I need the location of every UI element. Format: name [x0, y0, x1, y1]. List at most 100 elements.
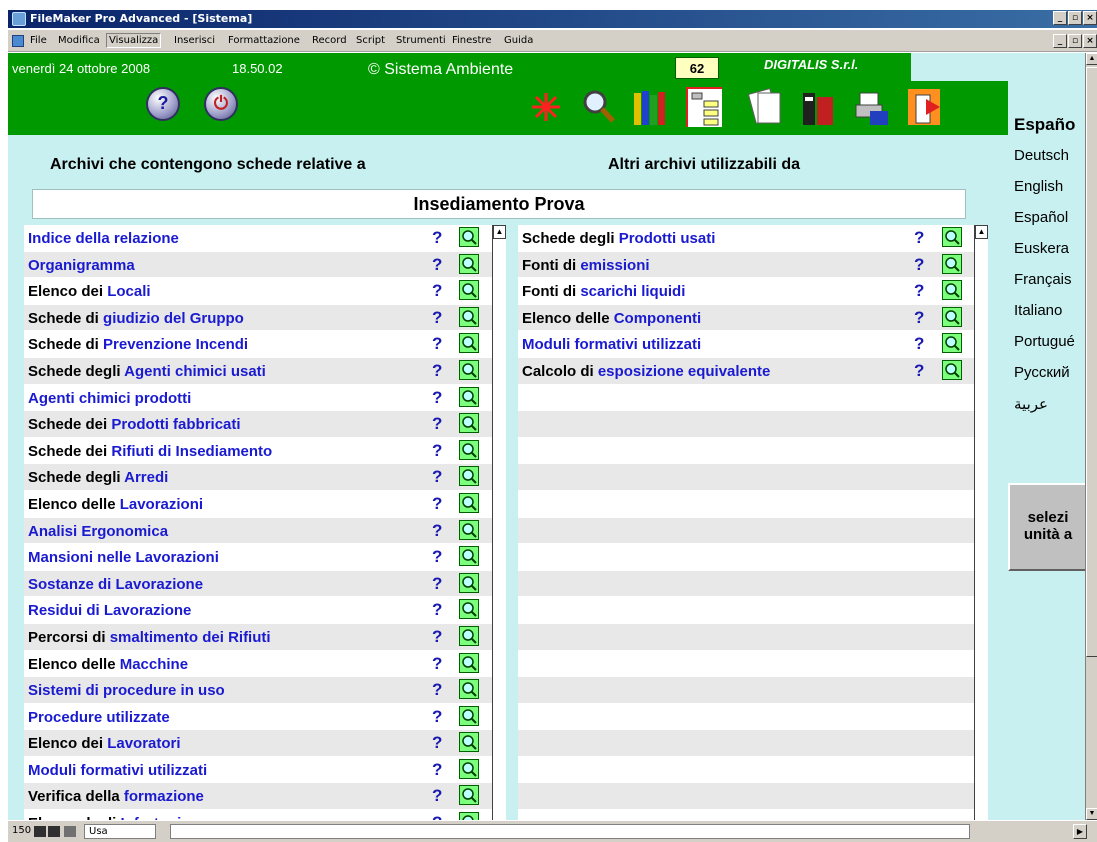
- doc-close-button[interactable]: ×: [1083, 34, 1097, 48]
- zoom-in-icon[interactable]: [48, 826, 60, 837]
- list-item-label[interactable]: Mansioni nelle Lavorazioni: [28, 549, 219, 566]
- menu-strumenti[interactable]: Strumenti: [396, 35, 446, 46]
- select-unit-button[interactable]: selezi unità a: [1008, 483, 1085, 571]
- help-question-icon[interactable]: ?: [432, 414, 442, 434]
- open-magnifier-icon[interactable]: [459, 466, 479, 487]
- maximize-button[interactable]: ▫: [1068, 11, 1082, 25]
- document-icon[interactable]: [12, 35, 24, 47]
- horizontal-scrollbar[interactable]: [170, 824, 970, 839]
- open-magnifier-icon[interactable]: [942, 253, 962, 274]
- help-icon[interactable]: ?: [146, 87, 180, 121]
- list-item[interactable]: [518, 623, 988, 651]
- list-item[interactable]: Schede dei Rifiuti di Insediamento?: [24, 438, 506, 465]
- open-magnifier-icon[interactable]: [942, 227, 962, 247]
- list-item[interactable]: Elenco delle Macchine?: [24, 651, 506, 678]
- list-item-label[interactable]: Schede di giudizio del Gruppo: [28, 310, 244, 327]
- list-item-link[interactable]: Sistemi di procedure in uso: [28, 682, 225, 699]
- open-magnifier-icon[interactable]: [459, 227, 479, 247]
- list-item[interactable]: Elenco delle Lavorazioni?: [24, 491, 506, 518]
- menu-script[interactable]: Script: [356, 35, 385, 46]
- list-item-link[interactable]: Lavorazioni: [120, 496, 203, 513]
- open-magnifier-icon[interactable]: [459, 413, 479, 434]
- list-item[interactable]: Percorsi di smaltimento dei Rifiuti?: [24, 623, 506, 651]
- open-magnifier-icon[interactable]: [459, 572, 479, 593]
- window-vertical-scrollbar[interactable]: ▲ ▼: [1085, 53, 1097, 820]
- help-question-icon[interactable]: ?: [432, 654, 442, 674]
- binders-icon[interactable]: [632, 87, 668, 127]
- menu-formattazione[interactable]: Formattazione: [228, 35, 300, 46]
- list-item-label[interactable]: Elenco delle Componenti: [522, 310, 701, 327]
- open-magnifier-icon[interactable]: [459, 253, 479, 274]
- help-question-icon[interactable]: ?: [914, 228, 924, 248]
- list-item[interactable]: Agenti chimici prodotti?: [24, 385, 506, 412]
- list-item[interactable]: Residui di Lavorazione?: [24, 597, 506, 624]
- help-question-icon[interactable]: ?: [432, 361, 442, 381]
- help-question-icon[interactable]: ?: [432, 574, 442, 594]
- list-item-link[interactable]: Agenti chimici prodotti: [28, 390, 191, 407]
- list-item-label[interactable]: Organigramma: [28, 257, 135, 274]
- help-question-icon[interactable]: ?: [432, 334, 442, 354]
- language-italiano[interactable]: Italiano: [1014, 302, 1062, 319]
- documents-icon[interactable]: [748, 87, 784, 127]
- list-item-label[interactable]: Moduli formativi utilizzati: [28, 762, 207, 779]
- list-item[interactable]: Schede di giudizio del Gruppo?: [24, 304, 506, 332]
- help-question-icon[interactable]: ?: [914, 281, 924, 301]
- list-item-link[interactable]: Mansioni nelle Lavorazioni: [28, 549, 219, 566]
- list-item-label[interactable]: Schede di Prevenzione Incendi: [28, 336, 248, 353]
- list-item-label[interactable]: Indice della relazione: [28, 230, 179, 247]
- language-russian[interactable]: Русский: [1014, 364, 1070, 381]
- help-question-icon[interactable]: ?: [432, 547, 442, 567]
- list-item-link[interactable]: Moduli formativi utilizzati: [522, 336, 701, 353]
- list-item[interactable]: Schede dei Prodotti fabbricati?: [24, 411, 506, 438]
- list-item[interactable]: Elenco dei Lavoratori?: [24, 730, 506, 757]
- open-magnifier-icon[interactable]: [459, 519, 479, 540]
- help-question-icon[interactable]: ?: [432, 281, 442, 301]
- language-portugues[interactable]: Portugué: [1014, 333, 1075, 350]
- help-question-icon[interactable]: ?: [432, 733, 442, 753]
- list-item[interactable]: Schede di Prevenzione Incendi?: [24, 331, 506, 358]
- list-item[interactable]: Mansioni nelle Lavorazioni?: [24, 544, 506, 571]
- help-question-icon[interactable]: ?: [914, 255, 924, 275]
- list-item[interactable]: Organigramma?: [24, 251, 506, 279]
- list-item[interactable]: Schede degli Prodotti usati?: [518, 225, 988, 252]
- list-item-label[interactable]: Verifica della formazione: [28, 788, 204, 805]
- list-item[interactable]: [518, 491, 988, 518]
- language-espanol[interactable]: Español: [1014, 209, 1068, 226]
- menu-inserisci[interactable]: Inserisci: [174, 35, 215, 46]
- open-magnifier-icon[interactable]: [459, 679, 479, 700]
- list-item-link[interactable]: smaltimento dei Rifiuti: [110, 629, 271, 646]
- scroll-thumb[interactable]: [1086, 67, 1097, 657]
- list-item[interactable]: Moduli formativi utilizzati?: [24, 757, 506, 784]
- help-question-icon[interactable]: ?: [432, 308, 442, 328]
- list-item[interactable]: [518, 810, 988, 820]
- list-item-label[interactable]: Schede dei Rifiuti di Insediamento: [28, 443, 272, 460]
- menu-modifica[interactable]: Modifica: [58, 35, 100, 46]
- list-item-label[interactable]: Calcolo di esposizione equivalente: [522, 363, 770, 380]
- list-item[interactable]: [518, 704, 988, 731]
- list-item[interactable]: [518, 597, 988, 624]
- open-magnifier-icon[interactable]: [942, 280, 962, 301]
- list-item[interactable]: Procedure utilizzate?: [24, 704, 506, 731]
- open-magnifier-icon[interactable]: [459, 625, 479, 646]
- list-item-link[interactable]: scarichi liquidi: [580, 283, 685, 300]
- list-item[interactable]: [518, 385, 988, 412]
- list-item[interactable]: Elenco delle Componenti?: [518, 304, 988, 332]
- mode-selector[interactable]: Usa: [84, 824, 156, 839]
- list-item-link[interactable]: Componenti: [614, 310, 702, 327]
- list-item[interactable]: Fonti di scarichi liquidi?: [518, 278, 988, 305]
- list-item-link[interactable]: Prodotti fabbricati: [111, 416, 240, 433]
- language-english[interactable]: English: [1014, 178, 1063, 195]
- list-item-link[interactable]: Agenti chimici usati: [124, 363, 266, 380]
- list-item-link[interactable]: Residui di Lavorazione: [28, 602, 191, 619]
- list-item[interactable]: Moduli formativi utilizzati?: [518, 331, 988, 358]
- status-area-toggle-icon[interactable]: [64, 826, 76, 837]
- scroll-up-button[interactable]: ▲: [1086, 53, 1097, 65]
- list-item-link[interactable]: emissioni: [580, 257, 649, 274]
- list-item-label[interactable]: Agenti chimici prodotti: [28, 390, 191, 407]
- list-item[interactable]: [518, 730, 988, 757]
- zoom-out-icon[interactable]: [34, 826, 46, 837]
- list-item-label[interactable]: Schede dei Prodotti fabbricati: [28, 416, 241, 433]
- help-question-icon[interactable]: ?: [432, 813, 442, 820]
- list-item-link[interactable]: Analisi Ergonomica: [28, 523, 168, 540]
- list-item[interactable]: Indice della relazione?: [24, 225, 506, 252]
